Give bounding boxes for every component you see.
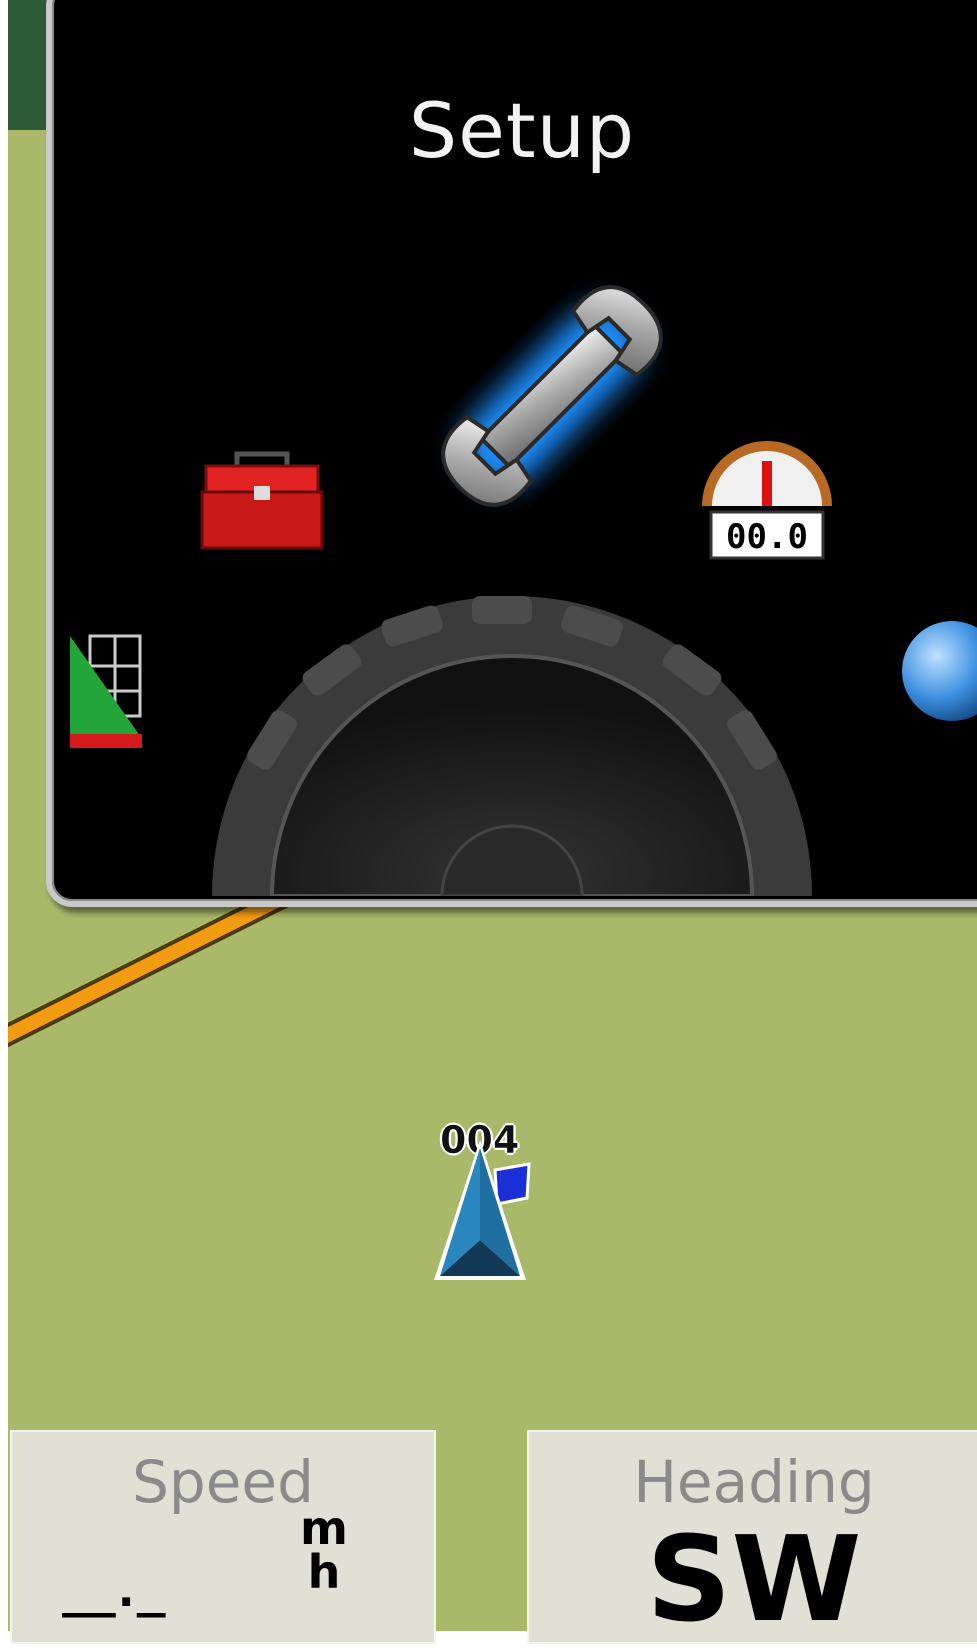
speed-unit-top: m xyxy=(300,1501,348,1555)
speed-unit: m h xyxy=(294,1501,354,1599)
speed-unit-bottom: h xyxy=(307,1545,341,1599)
speed-data-field[interactable]: Speed __._ m h xyxy=(10,1430,436,1644)
wrench-icon[interactable] xyxy=(392,246,712,546)
menu-title: Setup xyxy=(408,86,636,175)
elevation-grid-icon[interactable] xyxy=(70,626,142,756)
position-arrow-icon xyxy=(434,1140,526,1280)
speed-value: __._ xyxy=(62,1562,166,1618)
heading-value: SW xyxy=(646,1510,862,1648)
main-menu-panel: Setup 00.0 xyxy=(46,0,977,907)
menu-dial[interactable] xyxy=(202,576,822,896)
toolbox-icon[interactable] xyxy=(192,446,332,556)
gauge-readout: 00.0 xyxy=(726,517,808,557)
speed-label: Speed xyxy=(132,1448,314,1516)
heading-data-field[interactable]: Heading SW xyxy=(527,1430,977,1648)
heading-label: Heading xyxy=(633,1448,875,1516)
globe-icon[interactable] xyxy=(892,616,977,726)
gauge-icon[interactable]: 00.0 xyxy=(697,426,837,576)
